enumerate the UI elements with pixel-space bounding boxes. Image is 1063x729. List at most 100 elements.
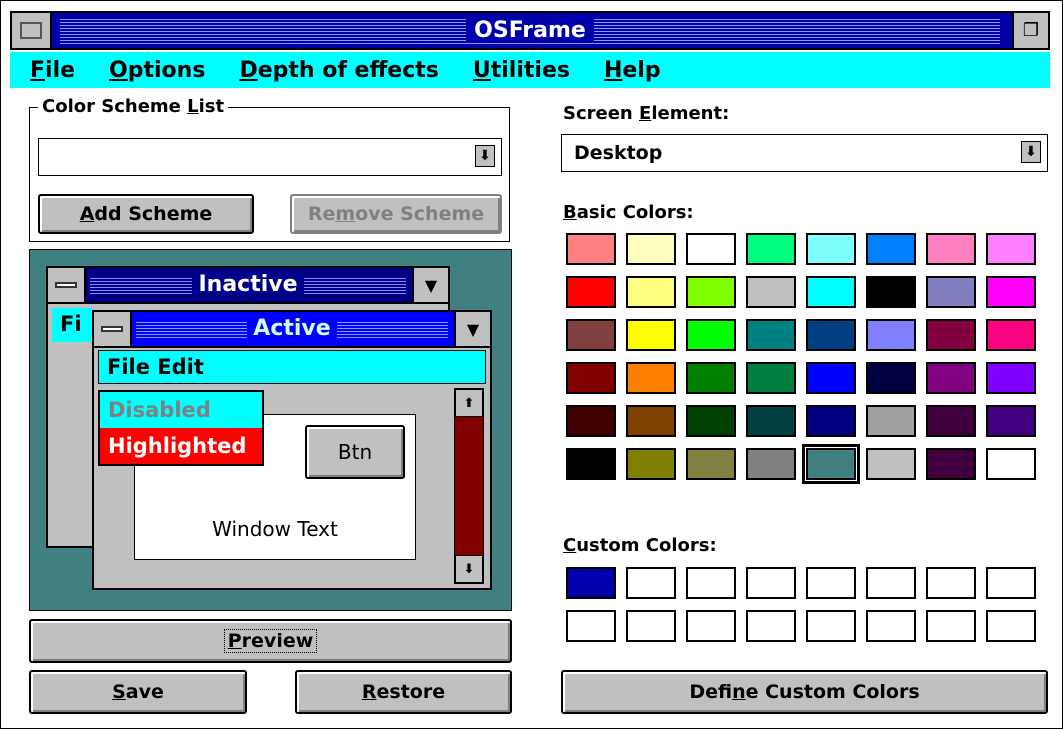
basic-color-swatch-40[interactable] [566, 448, 616, 480]
preview-btn: Btn [305, 425, 405, 479]
define-custom-colors-button[interactable]: Define Custom Colors [561, 670, 1048, 714]
basic-color-swatch-27[interactable] [746, 362, 796, 394]
basic-color-swatch-25[interactable] [626, 362, 676, 394]
basic-color-swatch-4[interactable] [806, 233, 856, 265]
custom-color-swatch-11[interactable] [746, 610, 796, 642]
add-scheme-button[interactable]: Add Scheme [38, 194, 254, 234]
custom-colors-grid [566, 567, 1036, 642]
restore-button[interactable]: ❐ [1012, 13, 1048, 48]
basic-color-swatch-5[interactable] [866, 233, 916, 265]
basic-colors-grid [566, 233, 1036, 484]
basic-color-swatch-35[interactable] [746, 405, 796, 437]
basic-color-swatch-23[interactable] [986, 319, 1036, 351]
system-menu-button[interactable] [12, 13, 52, 48]
custom-color-swatch-5[interactable] [866, 567, 916, 599]
basic-color-swatch-41[interactable] [626, 448, 676, 480]
menu-utilities[interactable]: Utilities [473, 58, 570, 83]
custom-color-swatch-10[interactable] [686, 610, 736, 642]
custom-color-swatch-7[interactable] [986, 567, 1036, 599]
basic-color-swatch-7[interactable] [986, 233, 1036, 265]
menu-options[interactable]: Options [109, 58, 205, 83]
inactive-chevron-down-icon: ▼ [412, 268, 448, 302]
add-scheme-label: Add Scheme [79, 203, 213, 225]
basic-color-swatch-32[interactable] [566, 405, 616, 437]
basic-color-swatch-37[interactable] [866, 405, 916, 437]
basic-color-swatch-36[interactable] [806, 405, 856, 437]
basic-color-swatch-45[interactable] [866, 448, 916, 480]
basic-color-swatch-33[interactable] [626, 405, 676, 437]
basic-color-swatch-8[interactable] [566, 276, 616, 308]
basic-color-swatch-44[interactable] [802, 444, 860, 484]
custom-color-swatch-3[interactable] [746, 567, 796, 599]
custom-color-swatch-8[interactable] [566, 610, 616, 642]
basic-color-swatch-22[interactable] [926, 319, 976, 351]
preview-button[interactable]: Preview [29, 619, 512, 663]
basic-color-swatch-6[interactable] [926, 233, 976, 265]
color-scheme-combo[interactable]: ⬇ [38, 138, 502, 176]
basic-color-swatch-13[interactable] [866, 276, 916, 308]
menu-help[interactable]: Help [604, 58, 661, 83]
basic-color-swatch-28[interactable] [806, 362, 856, 394]
menu-bar: File Options Depth of effects Utilities … [10, 52, 1050, 88]
basic-color-swatch-26[interactable] [686, 362, 736, 394]
color-scheme-group: Color Scheme List ⬇ Add Scheme Remove Sc… [29, 96, 510, 242]
custom-color-swatch-13[interactable] [866, 610, 916, 642]
custom-color-swatch-15[interactable] [986, 610, 1036, 642]
color-scheme-list-label: Color Scheme List [38, 96, 229, 117]
basic-color-swatch-18[interactable] [686, 319, 736, 351]
custom-color-swatch-2[interactable] [686, 567, 736, 599]
basic-color-swatch-31[interactable] [986, 362, 1036, 394]
basic-color-swatch-38[interactable] [926, 405, 976, 437]
title-bar[interactable]: OSFrame ❐ [10, 11, 1050, 50]
basic-color-swatch-1[interactable] [626, 233, 676, 265]
restore-label: Restore [361, 681, 446, 703]
chevron-down-icon[interactable]: ⬇ [475, 145, 495, 167]
basic-color-swatch-43[interactable] [746, 448, 796, 480]
basic-color-swatch-12[interactable] [806, 276, 856, 308]
basic-color-swatch-42[interactable] [686, 448, 736, 480]
custom-color-swatch-9[interactable] [626, 610, 676, 642]
system-menu-icon [20, 22, 42, 39]
basic-color-swatch-11[interactable] [746, 276, 796, 308]
basic-color-swatch-19[interactable] [746, 319, 796, 351]
restore-icon: ❐ [1022, 20, 1040, 41]
basic-color-swatch-30[interactable] [926, 362, 976, 394]
basic-color-swatch-2[interactable] [686, 233, 736, 265]
save-button[interactable]: Save [29, 670, 247, 714]
basic-color-swatch-20[interactable] [806, 319, 856, 351]
basic-color-swatch-16[interactable] [566, 319, 616, 351]
basic-color-swatch-9[interactable] [626, 276, 676, 308]
define-custom-colors-label: Define Custom Colors [689, 681, 920, 703]
restore-button-main[interactable]: Restore [295, 670, 512, 714]
screen-element-label: Screen Element: [563, 103, 730, 124]
custom-color-swatch-14[interactable] [926, 610, 976, 642]
basic-color-swatch-3[interactable] [746, 233, 796, 265]
active-chevron-down-icon: ▼ [454, 312, 490, 346]
basic-color-swatch-46[interactable] [926, 448, 976, 480]
chevron-down-icon[interactable]: ⬇ [1021, 141, 1041, 163]
custom-color-swatch-1[interactable] [626, 567, 676, 599]
custom-color-swatch-12[interactable] [806, 610, 856, 642]
basic-color-swatch-39[interactable] [986, 405, 1036, 437]
basic-color-swatch-29[interactable] [866, 362, 916, 394]
custom-color-swatch-6[interactable] [926, 567, 976, 599]
active-title: Active [247, 316, 337, 341]
basic-color-swatch-14[interactable] [926, 276, 976, 308]
custom-color-swatch-4[interactable] [806, 567, 856, 599]
basic-color-swatch-0[interactable] [566, 233, 616, 265]
menu-depth-of-effects[interactable]: Depth of effects [239, 58, 438, 83]
menu-file[interactable]: File [30, 58, 75, 83]
basic-color-swatch-15[interactable] [986, 276, 1036, 308]
scheme-preview-area: Inactive ▼ Fi Active ▼ File Edit Btn Win… [29, 249, 512, 611]
scroll-down-icon: ⬇ [455, 555, 483, 583]
scroll-up-icon: ⬆ [455, 389, 483, 417]
custom-color-swatch-0[interactable] [566, 567, 616, 599]
basic-color-swatch-34[interactable] [686, 405, 736, 437]
basic-color-swatch-10[interactable] [686, 276, 736, 308]
basic-color-swatch-17[interactable] [626, 319, 676, 351]
basic-color-swatch-47[interactable] [986, 448, 1036, 480]
basic-color-swatch-21[interactable] [866, 319, 916, 351]
screen-element-combo[interactable]: Desktop ⬇ [561, 134, 1048, 172]
basic-color-swatch-24[interactable] [566, 362, 616, 394]
remove-scheme-button[interactable]: Remove Scheme [290, 194, 502, 234]
